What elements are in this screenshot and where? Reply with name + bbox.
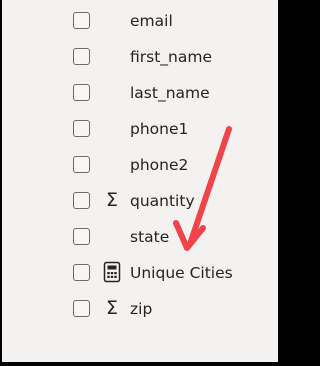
field-label-last-name: last_name	[130, 84, 210, 102]
field-checkbox-phone1[interactable]	[73, 120, 90, 137]
field-row-last-name[interactable]: last_name	[2, 75, 278, 111]
field-label-unique-cities: Unique Cities	[130, 264, 233, 282]
calculator-icon	[100, 260, 124, 284]
field-checkbox-last-name[interactable]	[73, 84, 90, 101]
field-checkbox-zip[interactable]	[73, 300, 90, 317]
field-checkbox-first-name[interactable]	[73, 48, 90, 65]
field-checkbox-unique-cities[interactable]	[73, 264, 90, 281]
field-checkbox-phone2[interactable]	[73, 156, 90, 173]
field-row-email[interactable]: email	[2, 3, 278, 39]
field-checkbox-state[interactable]	[73, 228, 90, 245]
field-row-phone2[interactable]: phone2	[2, 147, 278, 183]
field-label-quantity: quantity	[130, 192, 195, 210]
field-label-phone2: phone2	[130, 156, 189, 174]
field-label-email: email	[130, 12, 173, 30]
sigma-icon: Σ	[105, 189, 118, 211]
field-label-zip: zip	[130, 300, 153, 318]
field-label-state: state	[130, 228, 170, 246]
field-checkbox-email[interactable]	[73, 12, 90, 29]
field-checkbox-quantity[interactable]	[73, 192, 90, 209]
field-row-state[interactable]: state	[2, 219, 278, 255]
field-label-phone1: phone1	[130, 120, 189, 138]
field-row-unique-cities[interactable]: Unique Cities	[2, 255, 278, 291]
field-row-first-name[interactable]: first_name	[2, 39, 278, 75]
field-row-quantity[interactable]: Σ quantity	[2, 183, 278, 219]
fields-pane: email first_name last_name phone1 phone2…	[2, 0, 278, 362]
field-label-first-name: first_name	[130, 48, 212, 66]
field-row-phone1[interactable]: phone1	[2, 111, 278, 147]
field-row-zip[interactable]: Σ zip	[2, 291, 278, 327]
sigma-icon: Σ	[105, 297, 118, 319]
